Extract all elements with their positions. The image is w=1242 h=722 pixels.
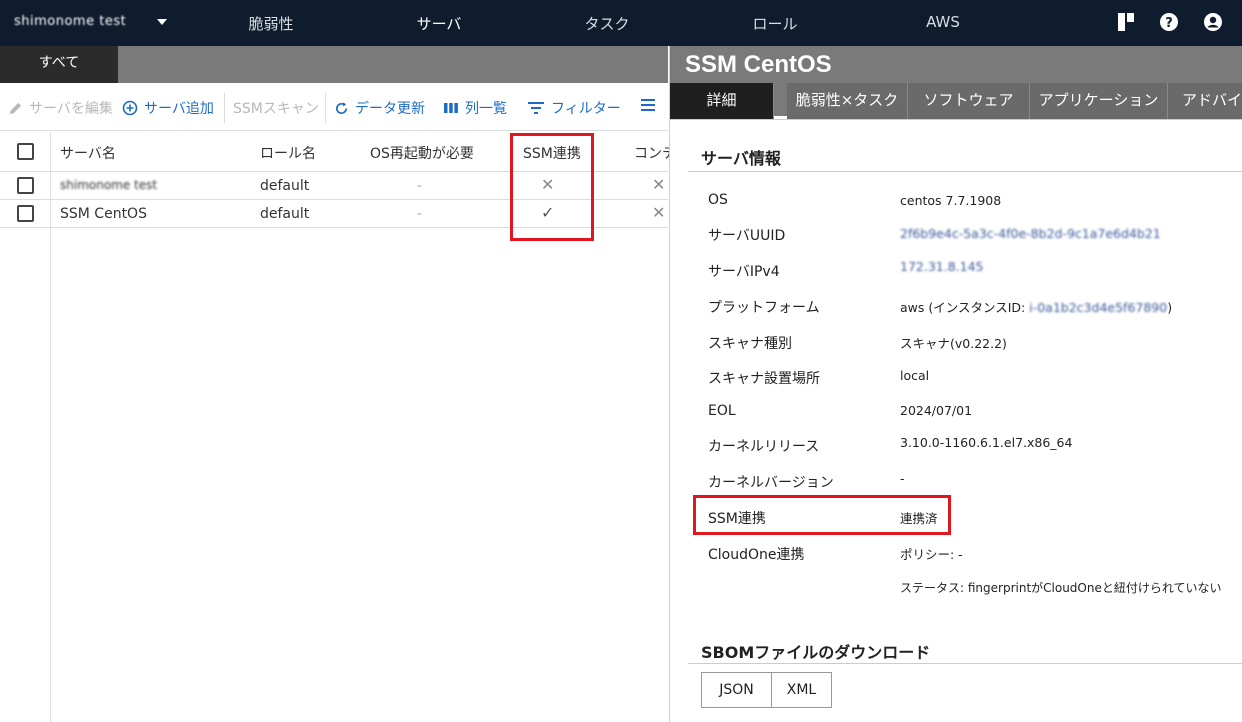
org-name[interactable]: shimonome test — [14, 14, 126, 29]
toolbar: サーバを編集 サーバ追加 SSMスキャン データ更新 列一覧 フィルター — [0, 83, 668, 131]
uuid-value: 2f6b9e4c-5a3c-4f0e-8b2d-9c1a7e6d4b21 — [900, 226, 1161, 241]
tab-applications[interactable]: アプリケーション — [1030, 83, 1168, 119]
tab-details[interactable]: 詳細 — [670, 83, 774, 119]
top-navbar: shimonome test 脆弱性 サーバ タスク ロール AWS ? — [0, 0, 1242, 46]
scanner-type-label: スキャナ種別 — [708, 336, 792, 352]
tab-all[interactable]: すべて — [0, 46, 118, 83]
row-checkbox[interactable] — [17, 205, 34, 222]
edit-server-button[interactable]: サーバを編集 — [8, 98, 113, 118]
cloudone-status-value: ステータス: fingerprintがCloudOneと紐付けられていない — [900, 581, 1222, 595]
server-list-pane: すべて サーバを編集 サーバ追加 SSMスキャン データ更新 列一覧 フィルター — [0, 46, 676, 722]
tab-underline — [670, 119, 1242, 120]
tab-advisories[interactable]: アドバイ — [1168, 83, 1242, 119]
kernel-version-value: - — [900, 471, 905, 486]
refresh-button[interactable]: データ更新 — [334, 98, 425, 118]
nav-tasks[interactable]: タスク — [547, 13, 667, 34]
role-cell: default — [260, 206, 310, 222]
add-server-label: サーバ追加 — [144, 101, 214, 117]
container-cross-icon: ✕ — [652, 203, 666, 222]
tab-software[interactable]: ソフトウェア — [908, 83, 1030, 119]
column-divider — [50, 132, 51, 722]
columns-label: 列一覧 — [465, 101, 507, 117]
group-tabs: すべて — [0, 46, 668, 83]
col-reboot-required[interactable]: OS再起動が必要 — [370, 143, 474, 163]
download-xml-button[interactable]: XML — [771, 672, 832, 708]
col-server-name[interactable]: サーバ名 — [60, 143, 116, 163]
cloudone-label: CloudOne連携 — [708, 547, 805, 563]
refresh-icon — [335, 101, 348, 114]
detail-title: SSM CentOS — [685, 51, 832, 78]
section-divider — [688, 171, 1242, 172]
row-checkbox[interactable] — [17, 177, 34, 194]
download-json-button[interactable]: JSON — [701, 672, 772, 708]
filter-button[interactable]: フィルター — [527, 98, 621, 118]
container-cross-icon: ✕ — [652, 175, 666, 194]
scanner-type-value: スキャナ(v0.22.2) — [900, 336, 1007, 351]
eol-value: 2024/07/01 — [900, 403, 973, 418]
board-icon[interactable] — [1116, 12, 1136, 32]
filter-icon — [528, 102, 544, 114]
columns-icon — [444, 103, 458, 113]
account-icon[interactable] — [1203, 12, 1223, 32]
nav-servers[interactable]: サーバ — [379, 13, 499, 34]
os-value: centos 7.7.1908 — [900, 193, 1002, 208]
kernel-release-label: カーネルリリース — [708, 439, 820, 455]
ipv4-label: サーバIPv4 — [708, 264, 780, 280]
toolbar-divider — [325, 93, 326, 123]
scanner-location-value: local — [900, 368, 930, 383]
pencil-icon — [9, 102, 22, 114]
section-divider — [688, 663, 1242, 664]
instance-id: i-0a1b2c3d4e5f67890 — [1029, 300, 1168, 315]
ipv4-value: 172.31.8.145 — [900, 259, 984, 274]
ssm-scan-button[interactable]: SSMスキャン — [233, 98, 319, 118]
nav-aws[interactable]: AWS — [883, 13, 1003, 31]
edit-server-label: サーバを編集 — [29, 101, 113, 117]
role-cell: default — [260, 178, 310, 194]
server-name-cell[interactable]: SSM CentOS — [60, 206, 147, 222]
platform-suffix: ) — [1167, 300, 1173, 315]
nav-vulnerabilities[interactable]: 脆弱性 — [211, 13, 331, 34]
os-label: OS — [708, 192, 728, 208]
refresh-label: データ更新 — [355, 101, 425, 117]
more-menu-button[interactable] — [640, 98, 656, 112]
tab-vuln-tasks[interactable]: 脆弱性×タスク — [787, 83, 908, 119]
toolbar-divider — [224, 93, 225, 123]
server-detail-pane: SSM CentOS 詳細 脆弱性×タスク ソフトウェア アプリケーション アド… — [669, 46, 1242, 722]
scanner-location-label: スキャナ設置場所 — [708, 371, 820, 387]
reboot-cell: - — [417, 178, 423, 194]
columns-button[interactable]: 列一覧 — [443, 98, 507, 118]
cloudone-policy-value: ポリシー: - — [900, 547, 963, 562]
filter-label: フィルター — [551, 101, 621, 117]
kernel-release-value: 3.10.0-1160.6.1.el7.x86_64 — [900, 435, 1073, 450]
eol-label: EOL — [708, 403, 736, 419]
platform-label: プラットフォーム — [708, 300, 820, 316]
help-icon[interactable]: ? — [1159, 12, 1179, 32]
server-name-cell[interactable]: shimonome test — [60, 178, 157, 192]
menu-icon — [641, 99, 655, 111]
select-all-checkbox[interactable] — [17, 143, 34, 160]
kernel-version-label: カーネルバージョン — [708, 475, 834, 491]
uuid-label: サーバUUID — [708, 228, 786, 244]
caret-down-icon[interactable] — [157, 19, 167, 25]
platform-value: aws (インスタンスID: i-0a1b2c3d4e5f67890) — [900, 297, 1172, 316]
ssm-row-highlight — [693, 495, 951, 535]
svg-text:?: ? — [1165, 16, 1173, 31]
nav-roles[interactable]: ロール — [715, 13, 835, 34]
platform-prefix: aws (インスタンスID: — [900, 300, 1030, 315]
ssm-column-highlight — [510, 133, 594, 241]
add-server-button[interactable]: サーバ追加 — [122, 98, 214, 118]
reboot-cell: - — [417, 206, 423, 222]
server-info-heading: サーバ情報 — [701, 149, 781, 168]
col-role-name[interactable]: ロール名 — [260, 143, 316, 163]
add-circle-icon — [122, 100, 138, 116]
sbom-heading: SBOMファイルのダウンロード — [701, 643, 931, 662]
